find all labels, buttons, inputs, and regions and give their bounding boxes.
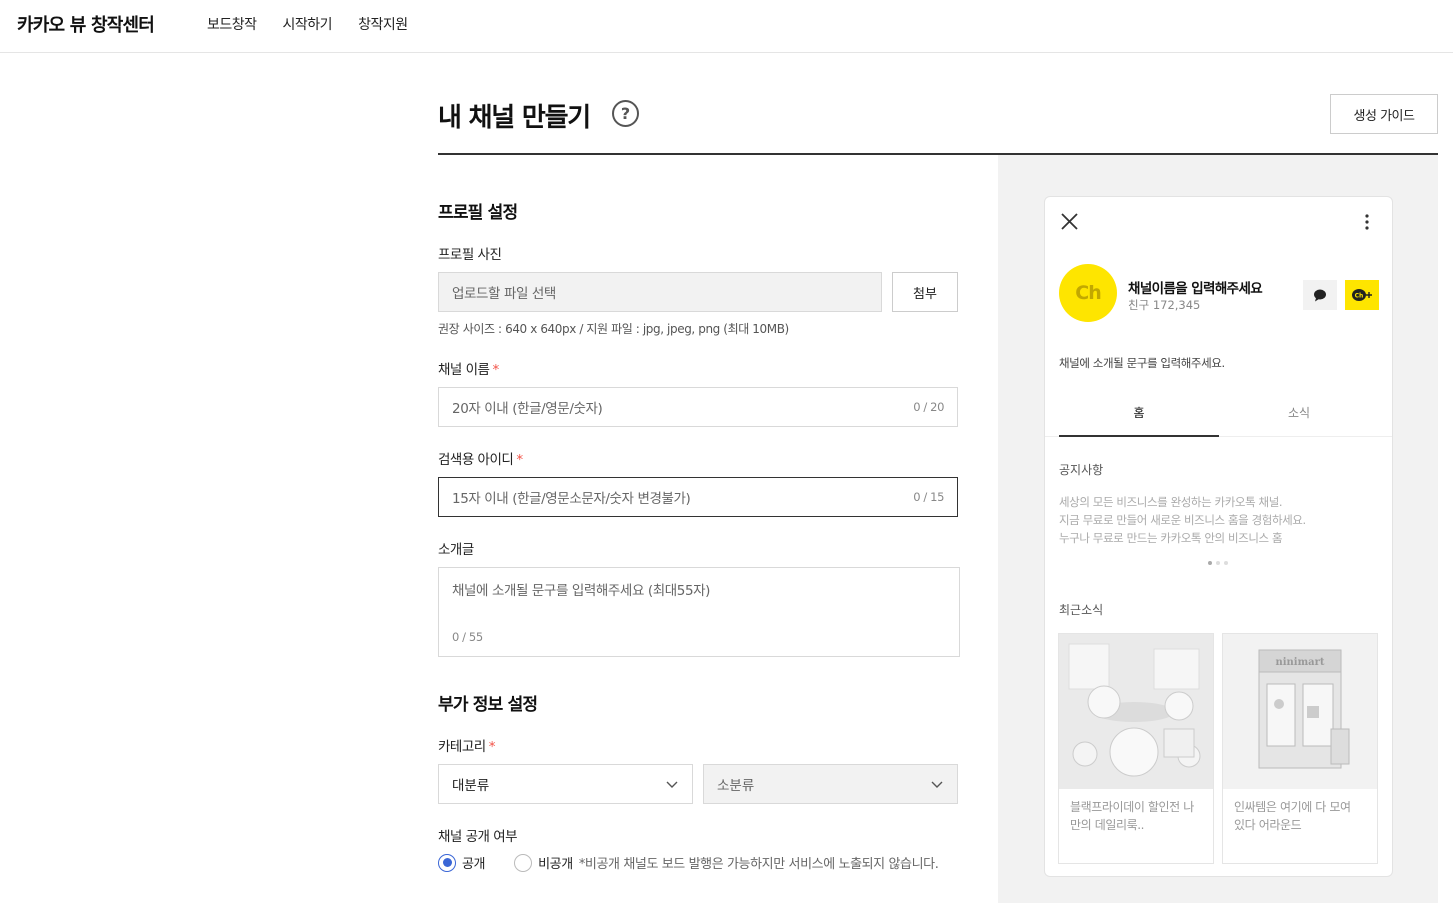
category-minor-select[interactable]: 소분류 <box>703 764 958 804</box>
search-id-input[interactable]: 15자 이내 (한글/영문소문자/숫자 변경불가) 0 / 15 <box>438 477 958 517</box>
close-icon[interactable] <box>1061 213 1078 230</box>
carousel-dots <box>1208 561 1228 565</box>
category-major-select[interactable]: 대분류 <box>438 764 693 804</box>
top-nav: 카카오 뷰 창작센터 보드창작 시작하기 창작지원 <box>0 0 1453 53</box>
category-label-text: 카테고리 <box>438 739 486 755</box>
tab-home[interactable]: 홈 <box>1059 404 1219 421</box>
chevron-down-icon <box>666 781 678 788</box>
channel-add-icon: Ch <box>1352 289 1372 301</box>
page-title: 내 채널 만들기 <box>438 103 591 133</box>
more-icon[interactable] <box>1364 213 1370 231</box>
menu-board-create[interactable]: 보드창작 <box>207 14 257 34</box>
category-minor-value: 소분류 <box>717 778 755 794</box>
chat-button[interactable] <box>1303 280 1337 310</box>
search-id-count: 0 / 15 <box>913 490 944 504</box>
logo[interactable]: 카카오 뷰 창작센터 <box>17 11 155 37</box>
search-id-placeholder: 15자 이내 (한글/영문소문자/숫자 변경불가) <box>452 491 691 507</box>
notice-title: 공지사항 <box>1059 463 1104 477</box>
category-label: 카테고리 * <box>438 735 495 755</box>
news-card[interactable]: ninimart 인싸템은 여기에 다 모여 있다 어라운드 <box>1222 633 1378 864</box>
menu-creator-support[interactable]: 창작지원 <box>358 14 408 34</box>
add-channel-button[interactable]: Ch <box>1345 280 1379 310</box>
channel-name-placeholder: 20자 이내 (한글/영문/숫자) <box>452 401 603 417</box>
intro-textarea[interactable]: 채널에 소개될 문구를 입력해주세요 (최대55자) 0 / 55 <box>438 567 960 657</box>
news-card-line: 인싸템은 여기에 다 모여 <box>1234 800 1351 814</box>
svg-text:Ch: Ch <box>1355 293 1364 300</box>
profile-photo-label: 프로필 사진 <box>438 247 502 263</box>
required-mark: * <box>516 452 523 468</box>
preview-friends-count: 친구 172,345 <box>1128 298 1201 312</box>
tab-news[interactable]: 소식 <box>1219 404 1379 421</box>
notice-line: 누구나 무료로 만드는 카카오톡 안의 비즈니스 홈 <box>1059 531 1283 545</box>
channel-avatar: Ch <box>1059 264 1117 322</box>
attach-button[interactable]: 첨부 <box>892 272 958 312</box>
news-card-text: 블랙프라이데이 할인전 나 만의 데일리룩.. <box>1059 789 1213 843</box>
notice-line: 지금 무료로 만들어 새로운 비즈니스 홈을 경험하세요. <box>1059 513 1306 527</box>
channel-preview: Ch 채널이름을 입력해주세요 친구 172,345 Ch 채널에 소개될 문구… <box>1044 196 1393 877</box>
channel-name-count: 0 / 20 <box>913 400 944 414</box>
notice-line: 세상의 모든 비즈니스를 완성하는 카카오톡 채널. <box>1059 495 1283 509</box>
preview-description: 채널에 소개될 문구를 입력해주세요. <box>1059 356 1225 370</box>
public-radio-label[interactable]: 공개 <box>462 853 486 872</box>
required-mark: * <box>488 739 496 755</box>
category-major-value: 대분류 <box>452 778 490 794</box>
chevron-down-icon <box>931 781 943 788</box>
channel-name-label-text: 채널 이름 <box>438 362 490 378</box>
private-radio-label[interactable]: 비공개 <box>538 853 573 872</box>
preview-channel-name: 채널이름을 입력해주세요 <box>1128 281 1263 297</box>
visibility-options: 공개 비공개 *비공개 채널도 보드 발행은 가능하지만 서비스에 노출되지 않… <box>438 853 939 872</box>
news-card-line: 만의 데일리룩.. <box>1070 818 1145 832</box>
menu-getting-started[interactable]: 시작하기 <box>283 14 333 34</box>
profile-photo-placeholder: 업로드할 파일 선택 <box>452 286 556 302</box>
photo-hint: 권장 사이즈 : 640 x 640px / 지원 파일 : jpg, jpeg… <box>438 322 789 336</box>
store-illustration: ninimart <box>1223 634 1377 789</box>
extra-section-title: 부가 정보 설정 <box>438 695 538 715</box>
intro-placeholder: 채널에 소개될 문구를 입력해주세요 (최대55자) <box>452 583 711 599</box>
news-card-text: 인싸템은 여기에 다 모여 있다 어라운드 <box>1223 789 1377 843</box>
news-card[interactable]: 블랙프라이데이 할인전 나 만의 데일리룩.. <box>1058 633 1214 864</box>
carousel-dot <box>1208 561 1212 565</box>
private-radio[interactable] <box>514 853 533 872</box>
news-card-image: ninimart <box>1223 634 1377 789</box>
news-card-line: 있다 어라운드 <box>1234 818 1302 832</box>
profile-section-title: 프로필 설정 <box>438 203 518 223</box>
private-note: *비공개 채널도 보드 발행은 가능하지만 서비스에 노출되지 않습니다. <box>578 857 939 872</box>
carousel-dot <box>1224 561 1228 565</box>
profile-photo-input[interactable]: 업로드할 파일 선택 <box>438 272 882 312</box>
help-icon[interactable]: ? <box>612 100 639 127</box>
main-menu: 보드창작 시작하기 창작지원 <box>207 14 408 34</box>
news-card-line: 블랙프라이데이 할인전 나 <box>1070 800 1194 814</box>
public-radio[interactable] <box>438 853 456 872</box>
search-id-label: 검색용 아이디 * <box>438 448 523 468</box>
search-id-label-text: 검색용 아이디 <box>438 452 514 468</box>
active-tab-indicator <box>1059 435 1219 437</box>
chat-bubble-icon <box>1314 289 1326 301</box>
visibility-label: 채널 공개 여부 <box>438 829 518 845</box>
intro-label: 소개글 <box>438 542 474 558</box>
recent-news-title: 최근소식 <box>1059 603 1104 617</box>
channel-name-label: 채널 이름 * <box>438 358 499 378</box>
creation-guide-button[interactable]: 생성 가이드 <box>1330 94 1438 134</box>
channel-name-input[interactable]: 20자 이내 (한글/영문/숫자) 0 / 20 <box>438 387 958 427</box>
carousel-dot <box>1216 561 1220 565</box>
intro-count: 0 / 55 <box>452 630 483 644</box>
avatar-text: Ch <box>1075 282 1102 304</box>
news-card-image <box>1059 634 1213 789</box>
store-sign: ninimart <box>1275 657 1324 668</box>
required-mark: * <box>492 362 499 378</box>
characters-illustration <box>1059 634 1213 789</box>
